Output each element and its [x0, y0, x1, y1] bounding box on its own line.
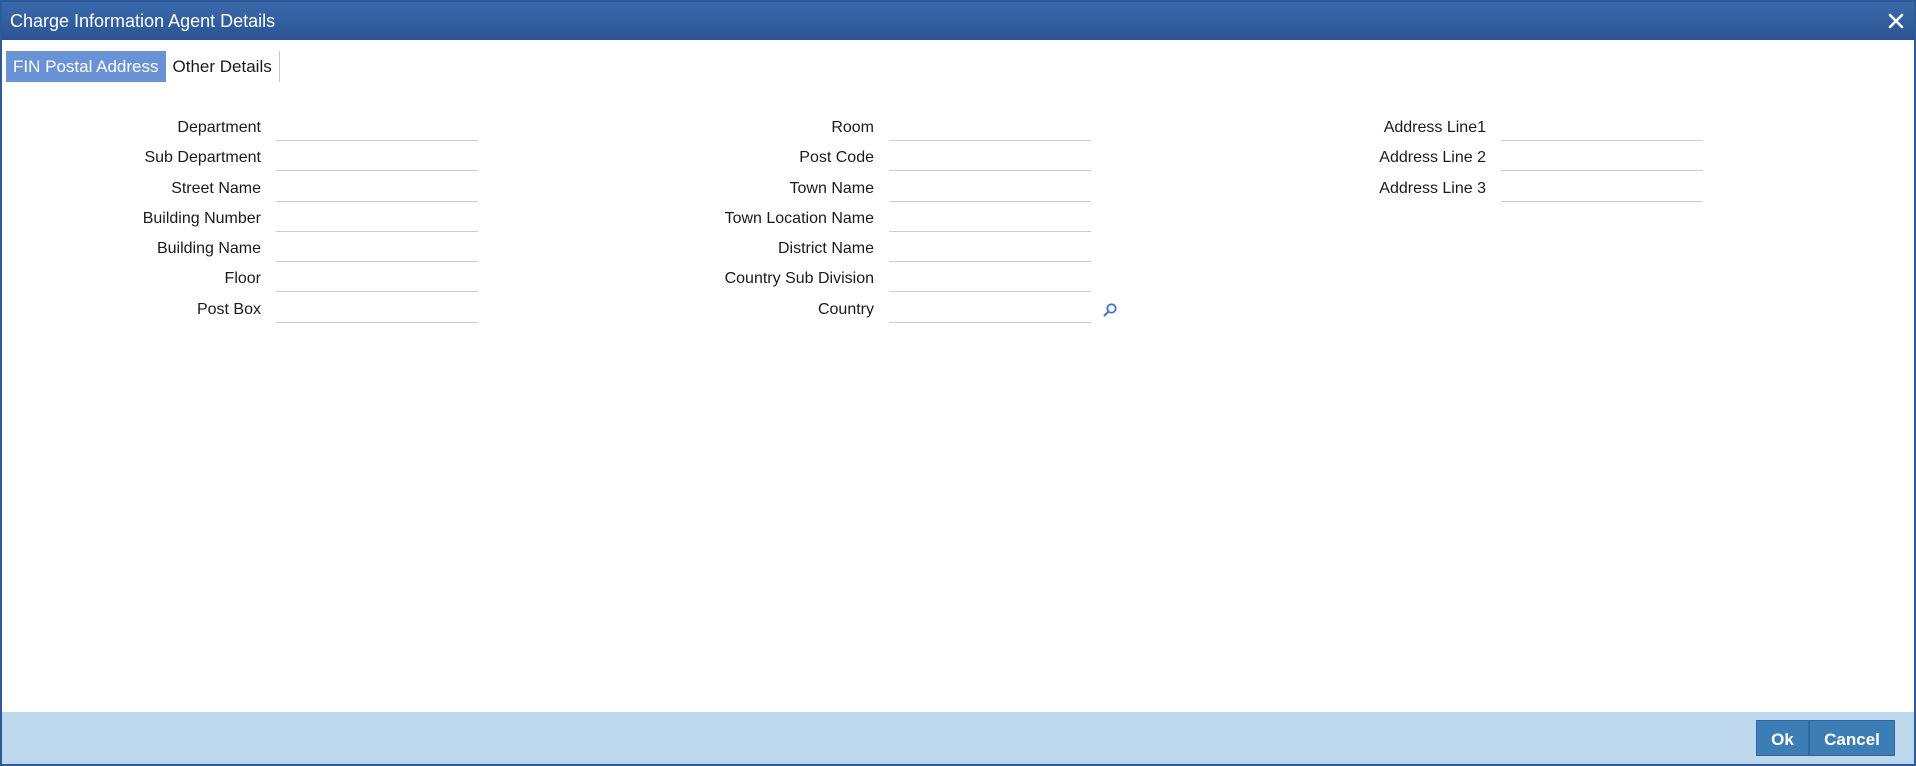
- district-name-input[interactable]: [889, 235, 1091, 263]
- close-button[interactable]: [1886, 11, 1906, 31]
- country-label: Country: [817, 300, 874, 318]
- tab-fin-postal-address[interactable]: FIN Postal Address: [6, 51, 166, 82]
- close-icon[interactable]: [1886, 11, 1906, 31]
- address-line-2-input[interactable]: [1501, 144, 1703, 172]
- ok-button[interactable]: Ok: [1756, 720, 1809, 756]
- country-input[interactable]: [889, 295, 1091, 323]
- country-lookup-button[interactable]: [1102, 302, 1118, 318]
- dialog-footer: Ok Cancel: [2, 712, 1914, 764]
- address-line-2-label: Address Line 2: [1379, 149, 1486, 167]
- district-name-label: District Name: [777, 240, 874, 258]
- search-icon[interactable]: [1102, 302, 1118, 318]
- tab-bar: FIN Postal Address Other Details: [6, 51, 280, 82]
- tab-other-details[interactable]: Other Details: [166, 51, 280, 82]
- charge-information-agent-dialog: Charge Information Agent Details FIN Pos…: [0, 0, 1916, 766]
- titlebar: Charge Information Agent Details: [2, 2, 1914, 40]
- town-location-name-label: Town Location Name: [724, 209, 874, 227]
- country-sub-division-label: Country Sub Division: [724, 270, 874, 288]
- address-line-3-input[interactable]: [1501, 174, 1703, 202]
- address-line-3-label: Address Line 3: [1379, 179, 1486, 197]
- cancel-button[interactable]: Cancel: [1809, 720, 1895, 756]
- window-title: Charge Information Agent Details: [10, 11, 276, 31]
- country-sub-division-input[interactable]: [889, 265, 1091, 293]
- address-line-1-input[interactable]: [1501, 114, 1703, 141]
- town-location-name-input[interactable]: [889, 204, 1091, 232]
- address-line-1-label: Address Line1: [1383, 119, 1486, 136]
